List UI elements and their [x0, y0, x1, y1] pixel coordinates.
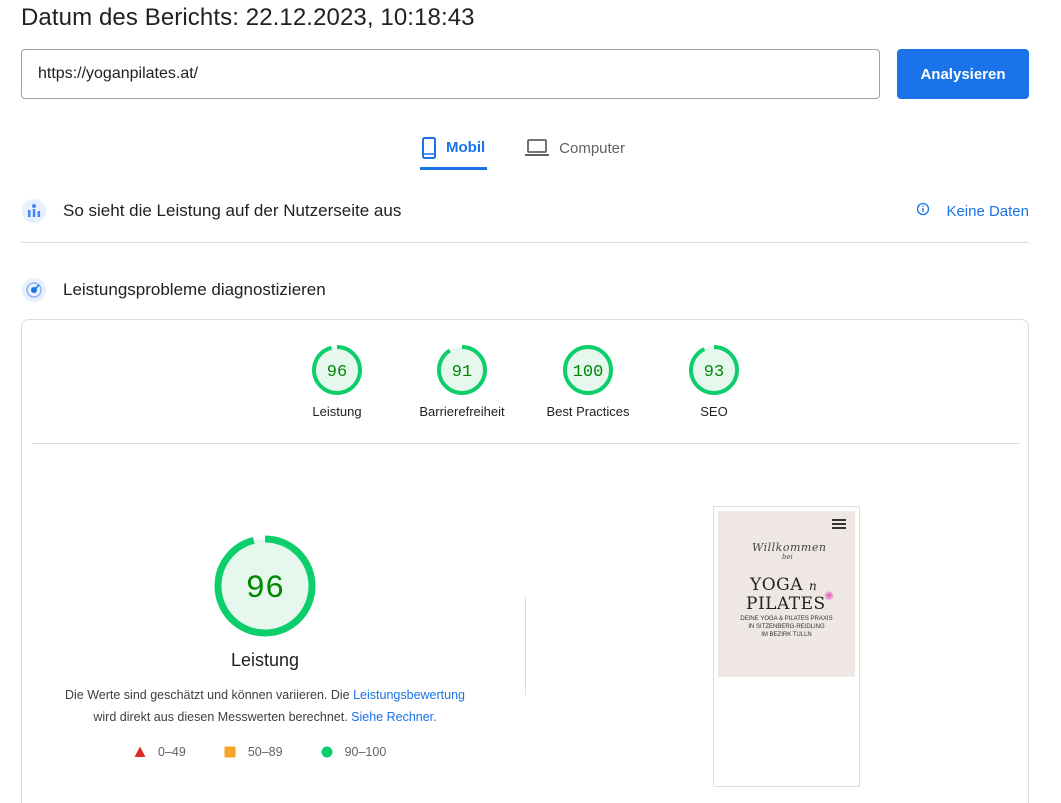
url-input[interactable]: https://yoganpilates.at/: [21, 49, 880, 99]
preview-line: IN SITZENBERG-REIDLING: [748, 624, 825, 630]
no-data-label: Keine Daten: [946, 202, 1029, 220]
main-score-label: Leistung: [230, 650, 300, 670]
score-value: 100: [573, 363, 604, 382]
legend-range: 90–100: [344, 745, 387, 759]
score-gauge-best-practices[interactable]: 100 Best Practices: [528, 344, 648, 419]
main-score-gauge: 96: [214, 535, 316, 637]
circle-icon: [321, 746, 333, 758]
score-label: SEO: [700, 404, 728, 419]
smartphone-icon: [422, 136, 436, 159]
calculator-link[interactable]: Siehe Rechner.: [351, 710, 436, 724]
legend-item-average: 50–89: [224, 745, 283, 759]
device-tabs: Mobil Computer: [420, 128, 661, 172]
field-data-title: So sieht die Leistung auf der Nutzerseit…: [63, 201, 402, 220]
page-screenshot-preview[interactable]: Willkommen bei YOGA n ✺ PILATES DEINE YO…: [713, 506, 860, 787]
score-ring: 93: [689, 345, 739, 395]
score-value: 93: [704, 363, 724, 382]
performance-score-link[interactable]: Leistungsbewertung: [353, 688, 465, 702]
diagnose-section: Leistungsprobleme diagnostizieren: [21, 275, 1029, 305]
score-label: Barrierefreiheit: [419, 404, 505, 419]
score-legend: 0–49 50–89 90–100: [134, 745, 424, 759]
score-gauge-performance[interactable]: 96 Leistung: [277, 344, 397, 419]
report-date: Datum des Berichts: 22.12.2023, 10:18:43: [21, 4, 475, 31]
legend-item-good: 90–100: [321, 745, 387, 759]
section-divider: [21, 242, 1029, 243]
score-value: 91: [452, 363, 472, 382]
preview-n: n: [808, 579, 818, 593]
desc-text: wird direkt aus diesen Messwerten berech…: [93, 710, 352, 724]
tab-computer-label: Computer: [559, 139, 626, 157]
preview-bei: bei: [782, 553, 793, 561]
score-ring: 100: [563, 345, 613, 395]
legend-range: 50–89: [247, 745, 283, 759]
hamburger-menu-icon: [832, 519, 846, 531]
tab-mobile[interactable]: Mobil: [420, 128, 488, 170]
legend-item-poor: 0–49: [134, 745, 186, 759]
tab-computer[interactable]: Computer: [523, 128, 625, 168]
panel-divider: [32, 443, 1020, 444]
diagnose-icon: [21, 277, 47, 303]
score-value: 96: [327, 363, 347, 382]
diagnose-title: Leistungsprobleme diagnostizieren: [63, 280, 326, 299]
legend-range: 0–49: [158, 745, 186, 759]
score-label: Leistung: [312, 404, 362, 419]
info-icon: [916, 202, 930, 220]
field-data-icon: [21, 198, 47, 224]
preview-image: Willkommen bei YOGA n ✺ PILATES DEINE YO…: [718, 511, 855, 677]
preview-yoga-text: YOGA: [750, 575, 804, 595]
score-ring: 96: [312, 345, 362, 395]
preview-line: DEINE YOGA & PILATES PRAXIS: [740, 616, 833, 622]
desc-text: Die Werte sind geschätzt und können vari…: [64, 688, 354, 702]
preview-line: IM BEZIRK TULLN: [761, 632, 812, 638]
square-icon: [224, 746, 236, 758]
score-description: Die Werte sind geschätzt und können vari…: [42, 684, 488, 728]
triangle-icon: [134, 746, 146, 757]
laptop-icon: [525, 139, 550, 157]
score-ring: 91: [437, 345, 487, 395]
no-data-link[interactable]: Keine Daten: [916, 202, 1029, 220]
analyze-button[interactable]: Analysieren: [897, 49, 1029, 99]
score-label: Best Practices: [546, 404, 630, 419]
tab-mobile-label: Mobil: [446, 139, 486, 156]
scores-panel: 96 Leistung 91 Barrierefreiheit 100 Best…: [21, 319, 1029, 803]
score-gauge-accessibility[interactable]: 91 Barrierefreiheit: [402, 344, 522, 419]
main-score-value: 96: [246, 570, 284, 607]
url-input-value: https://yoganpilates.at/: [38, 65, 199, 82]
vertical-divider: [525, 597, 526, 695]
score-gauge-seo[interactable]: 93 SEO: [654, 344, 774, 419]
preview-subtitle: DEINE YOGA & PILATES PRAXIS IN SITZENBER…: [726, 615, 847, 639]
field-data-section: So sieht die Leistung auf der Nutzerseit…: [21, 196, 1029, 226]
preview-yoga: YOGA n: [750, 575, 817, 595]
preview-pilates: PILATES: [746, 594, 826, 614]
